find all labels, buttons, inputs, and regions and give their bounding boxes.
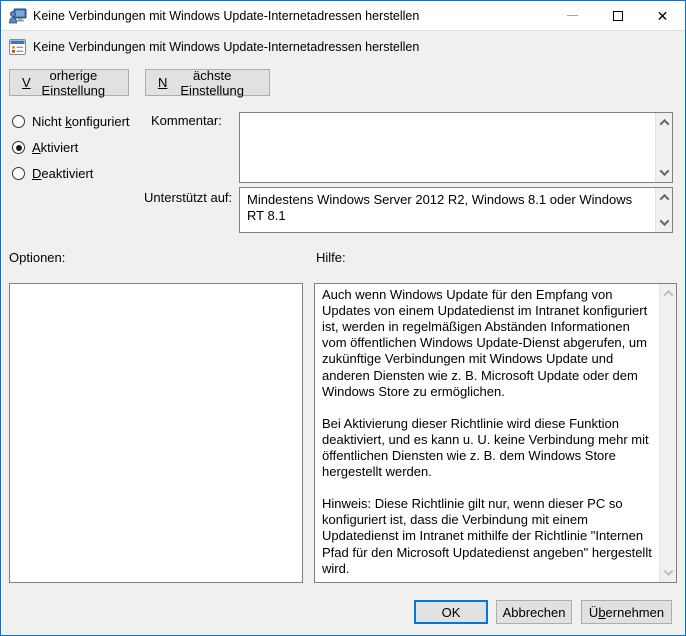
help-paragraph: Hinweis: Diese Richtlinie gilt nur, wenn…	[322, 496, 653, 577]
comment-field	[239, 112, 673, 183]
window-title: Keine Verbindungen mit Windows Update-In…	[33, 9, 419, 23]
scroll-up-icon[interactable]	[659, 194, 669, 204]
radio-enabled[interactable]: Aktiviert	[12, 139, 130, 156]
scroll-up-icon[interactable]	[663, 290, 673, 300]
cancel-button[interactable]: Abbrechen	[496, 600, 572, 624]
close-button[interactable]: ✕	[640, 1, 685, 30]
comment-label: Kommentar:	[151, 113, 222, 128]
radio-icon	[12, 141, 25, 154]
help-panel[interactable]: Auch wenn Windows Update für den Empfang…	[314, 283, 677, 583]
policy-name: Keine Verbindungen mit Windows Update-In…	[33, 40, 419, 54]
comment-scrollbar[interactable]	[655, 113, 672, 182]
scroll-down-icon[interactable]	[663, 566, 673, 576]
supported-on-value: Mindestens Windows Server 2012 R2, Windo…	[240, 188, 672, 225]
help-paragraph: Bei Aktivierung dieser Richtlinie wird d…	[322, 416, 653, 480]
supported-on-label: Unterstützt auf:	[144, 190, 232, 205]
maximize-icon	[613, 11, 623, 21]
help-label: Hilfe:	[316, 250, 346, 265]
radio-disabled[interactable]: Deaktiviert	[12, 165, 130, 182]
maximize-button[interactable]	[595, 1, 640, 30]
group-policy-computer-icon	[9, 8, 27, 24]
options-panel	[9, 283, 303, 583]
next-setting-button[interactable]: Nächste Einstellung	[145, 69, 270, 96]
radio-icon	[12, 115, 25, 128]
titlebar: Keine Verbindungen mit Windows Update-In…	[1, 1, 685, 31]
policy-setting-dialog: Keine Verbindungen mit Windows Update-In…	[0, 0, 686, 636]
setting-nav: Vorherige Einstellung Nächste Einstellun…	[9, 69, 270, 96]
options-label: Optionen:	[9, 250, 65, 265]
scroll-down-icon[interactable]	[659, 216, 669, 226]
supported-on-scrollbar[interactable]	[655, 188, 672, 232]
radio-not-configured[interactable]: Nicht konfiguriert	[12, 113, 130, 130]
scroll-up-icon[interactable]	[659, 119, 669, 129]
minimize-button[interactable]	[550, 1, 595, 30]
supported-on-field: Mindestens Windows Server 2012 R2, Windo…	[239, 187, 673, 233]
ok-button[interactable]: OK	[414, 600, 488, 624]
close-icon: ✕	[657, 9, 669, 23]
policy-setting-icon	[9, 39, 26, 55]
help-paragraph: Auch wenn Windows Update für den Empfang…	[322, 287, 653, 400]
policy-header: Keine Verbindungen mit Windows Update-In…	[1, 31, 685, 62]
previous-setting-button[interactable]: Vorherige Einstellung	[9, 69, 129, 96]
minimize-icon	[567, 15, 578, 16]
scroll-down-icon[interactable]	[659, 166, 669, 176]
help-text: Auch wenn Windows Update für den Empfang…	[315, 284, 659, 582]
window-controls: ✕	[550, 1, 685, 30]
help-scrollbar[interactable]	[659, 284, 676, 582]
state-radio-group: Nicht konfiguriert Aktiviert Deaktiviert	[12, 113, 130, 182]
radio-icon	[12, 167, 25, 180]
comment-input[interactable]	[240, 113, 672, 182]
apply-button[interactable]: Übernehmen	[581, 600, 672, 624]
